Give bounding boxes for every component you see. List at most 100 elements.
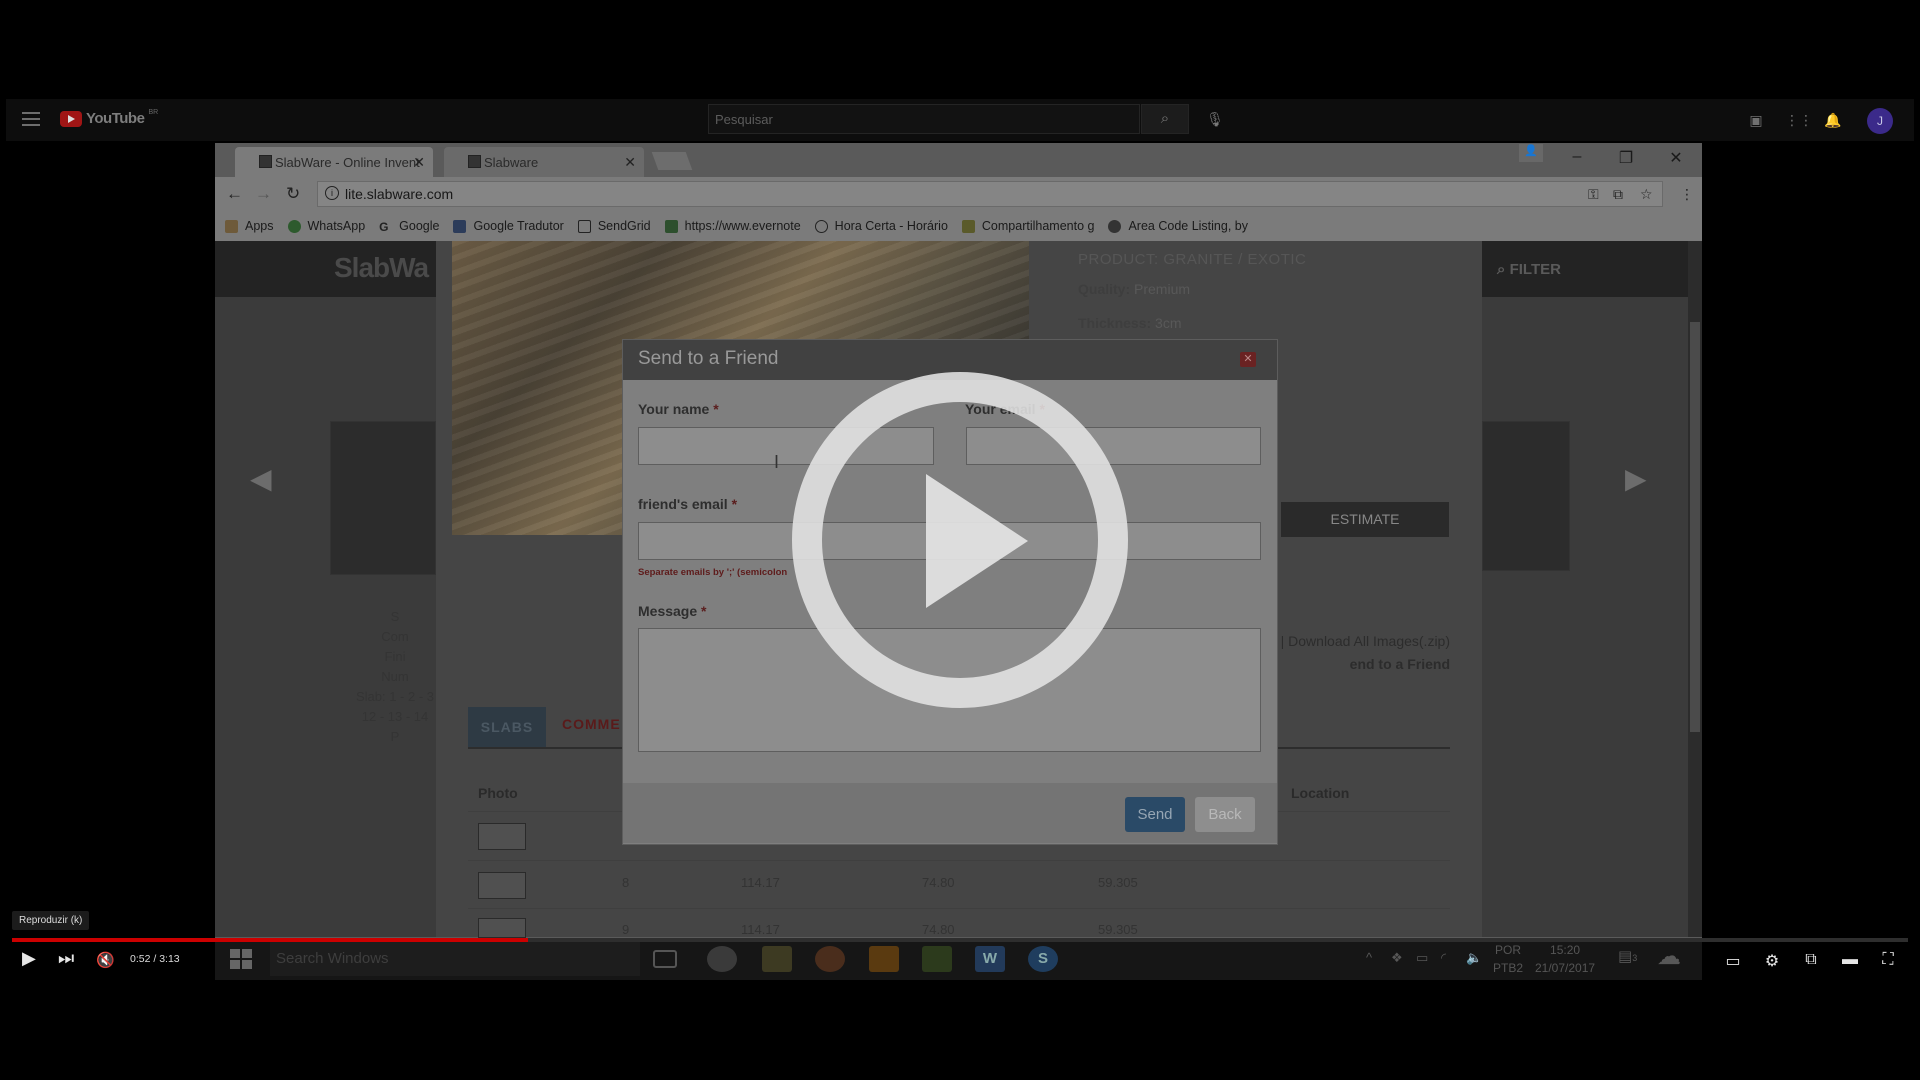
theater-mode-icon[interactable]: ▬ [1840,951,1860,969]
apps-grid-icon[interactable]: ⋮⋮ [1785,110,1813,130]
site-info-icon[interactable]: i [325,186,339,200]
search-icon[interactable]: ⌕ [1141,104,1189,134]
outlook-icon[interactable] [869,946,899,972]
file-explorer-icon[interactable] [762,946,792,972]
bookmark-google[interactable]: G Google [379,219,439,234]
send-to-friend-link[interactable]: end to a Friend [1270,653,1450,676]
skype-icon[interactable]: S [1028,946,1058,972]
youtube-region-code: BR [148,109,159,116]
close-window-icon[interactable]: ✕ [1661,148,1691,168]
browser-tab-label: SlabWare - Online Invent [275,155,420,170]
windows-search-input[interactable]: Search Windows [270,942,640,976]
bookmark-hora-certa[interactable]: Hora Certa - Horário [814,219,948,233]
meta-line: Fini [384,649,406,664]
bookmark-apps[interactable]: Apps [225,219,274,233]
translate-icon[interactable]: ⧉ [1613,186,1623,203]
subtitles-icon[interactable]: ▭ [1723,951,1743,970]
browser-tab-slabware-inventory[interactable]: SlabWare - Online Invent ✕ [235,147,433,177]
slab-row-thumbnail[interactable] [478,823,526,850]
create-video-icon[interactable]: ▣ [1746,110,1766,130]
filter-button[interactable]: ⌕ FILTER [1497,261,1561,278]
bookmark-evernote[interactable]: https://www.evernote [664,219,801,233]
fullscreen-icon[interactable]: ⛶ [1878,951,1898,969]
word-icon[interactable]: W [975,946,1005,972]
profile-icon[interactable]: 👤 [1519,144,1543,162]
notifications-bell-icon[interactable]: 🔔 [1823,110,1843,130]
close-tab-icon[interactable]: ✕ [624,154,636,171]
avatar[interactable]: J [1867,108,1893,134]
bookmark-google-tradutor[interactable]: Google Tradutor [453,219,564,233]
microphone-icon[interactable]: 🎙 [1202,106,1228,132]
download-all-images-link[interactable]: | Download All Images(.zip) [1270,630,1450,653]
restore-icon[interactable]: ❐ [1611,148,1641,168]
browser-menu-icon[interactable]: ⋮ [1680,186,1694,203]
previous-arrow-icon[interactable]: ◀ [250,462,272,495]
tab-slabs[interactable]: SLABS [468,707,546,747]
key-icon[interactable]: ⚿ [1588,186,1599,203]
meta-line: Slab: 1 - 2 - 3 [355,689,435,704]
browser-tab-slabware[interactable]: Slabware ✕ [444,147,644,177]
tab-comments[interactable]: COMME [562,716,621,732]
back-arrow-icon[interactable]: ← [226,184,243,204]
time-display: 0:52 / 3:13 [130,953,180,965]
hamburger-menu-icon[interactable] [22,112,40,126]
progress-bar-played [12,938,528,942]
action-center-icon[interactable]: ▤3 [1618,947,1637,965]
required-mark: * [701,603,707,619]
back-button[interactable]: Back [1195,797,1255,832]
input-language[interactable]: POR PTB2 [1493,941,1523,977]
next-arrow-icon[interactable]: ▶ [1625,462,1647,495]
youtube-logo[interactable]: YouTube BR [60,109,159,127]
battery-icon[interactable]: ▭ [1416,950,1428,966]
next-video-icon[interactable]: ⏭ [58,948,74,969]
messaging-app-icon[interactable] [922,946,952,972]
slab-row-thumbnail[interactable] [478,872,526,899]
volume-icon[interactable]: 🔈 [1466,950,1482,966]
bookmark-compartilhamento[interactable]: Compartilhamento g [961,219,1094,233]
product-title: PRODUCT: GRANITE / EXOTIC [1078,251,1307,268]
wifi-icon[interactable]: ◜ [1441,950,1446,966]
site-logo[interactable]: SlabWa [334,252,429,284]
taskbar-clock[interactable]: 15:20 21/07/2017 [1535,941,1595,977]
close-icon[interactable]: ✕ [1240,352,1256,367]
quality-line: Quality: Premium [1078,281,1190,297]
chrome-icon[interactable] [815,946,845,972]
youtube-search-input[interactable]: Pesquisar [708,104,1140,134]
weather-icon[interactable]: ☁ [1657,942,1681,971]
bookmark-label: SendGrid [597,219,651,233]
forward-arrow-icon[interactable]: → [255,184,272,204]
close-tab-icon[interactable]: ✕ [413,154,425,171]
minimize-icon[interactable]: – [1562,148,1592,166]
bookmark-whatsapp[interactable]: WhatsApp [287,219,366,233]
mute-icon[interactable]: 🔇 [96,951,115,969]
estimate-button[interactable]: ESTIMATE [1281,502,1449,537]
play-icon[interactable]: ▶ [22,948,36,969]
bookmark-star-icon[interactable]: ☆ [1640,186,1653,203]
task-view-icon[interactable] [653,950,677,968]
windows-start-icon[interactable] [230,949,252,969]
settings-gear-icon[interactable]: ⚙ [1762,951,1782,970]
label-text: Message [638,603,698,619]
big-play-button[interactable] [792,372,1128,708]
bookmark-label: Hora Certa - Horário [834,219,948,233]
bookmark-sendgrid[interactable]: SendGrid [577,219,651,233]
bookmark-area-code[interactable]: Area Code Listing, by [1108,219,1248,233]
slab-row-thumbnail[interactable] [478,918,526,938]
browser-tabstrip [215,143,1702,177]
bookmark-label: WhatsApp [307,219,366,233]
dropbox-icon[interactable]: ❖ [1391,950,1403,966]
dialog-title: Send to a Friend [638,348,779,369]
next-product-thumbnail[interactable] [1482,421,1570,571]
scrollbar-thumb[interactable] [1690,322,1700,732]
people-icon[interactable] [707,946,737,972]
address-bar[interactable]: i lite.slabware.com [317,181,1663,207]
language-code: POR [1495,943,1522,957]
bookmark-label: Google Tradutor [473,219,564,233]
previous-product-thumbnail[interactable] [330,421,436,575]
tray-chevron-icon[interactable]: ^ [1366,950,1372,965]
slab-meta: S Com Fini Num Slab: 1 - 2 - 3 12 - 13 -… [340,607,450,747]
miniplayer-icon[interactable]: ⧉ [1801,951,1821,969]
send-button[interactable]: Send [1125,797,1185,832]
reload-icon[interactable]: ↻ [286,184,300,204]
new-tab-button[interactable] [651,152,693,170]
